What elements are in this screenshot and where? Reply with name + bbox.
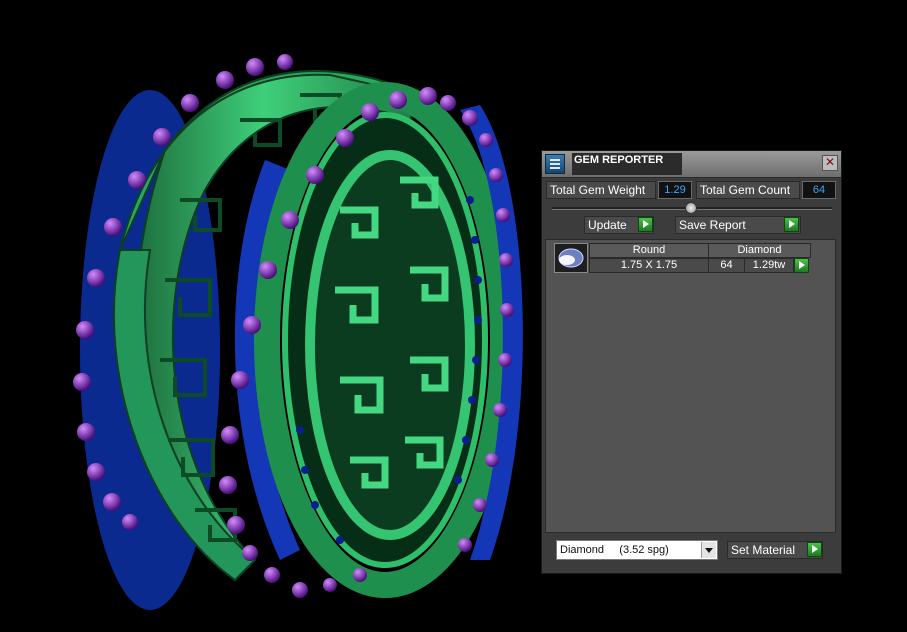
panel-title: GEM REPORTER: [572, 153, 682, 175]
gem-size-cell: 1.75 X 1.75: [589, 258, 709, 273]
chevron-down-icon[interactable]: [701, 542, 716, 558]
gem-list: Round Diamond 1.75 X 1.75 64 1.29tw: [545, 239, 836, 533]
total-gem-weight-value: 1.29: [658, 181, 692, 199]
play-arrow-icon[interactable]: [794, 258, 809, 273]
total-gem-count-value: 64: [802, 181, 836, 199]
total-gem-weight-label: Total Gem Weight: [546, 181, 656, 199]
total-gem-count-label: Total Gem Count: [696, 181, 800, 199]
gem-shape-cell: Round: [589, 243, 709, 258]
close-icon[interactable]: ✕: [822, 155, 838, 171]
gem-weight-cell: 1.29tw: [744, 258, 794, 273]
gem-thumbnail[interactable]: [554, 243, 588, 273]
play-arrow-icon[interactable]: [784, 217, 799, 232]
slider-handle[interactable]: [685, 202, 697, 214]
panel-titlebar[interactable]: GEM REPORTER ✕: [542, 151, 841, 178]
gem-reporter-panel: GEM REPORTER ✕ Total Gem Weight 1.29 Tot…: [541, 150, 842, 574]
save-report-button[interactable]: Save Report: [675, 216, 801, 234]
set-material-button-label: Set Material: [731, 543, 796, 557]
update-button-label: Update: [588, 218, 627, 232]
play-arrow-icon[interactable]: [807, 542, 822, 557]
material-select-value: Diamond (3.52 spg): [560, 544, 669, 556]
gem-material-cell: Diamond: [708, 243, 811, 258]
save-report-button-label: Save Report: [679, 218, 746, 232]
gem-count-cell: 64: [708, 258, 745, 273]
round-gem-icon: [558, 248, 584, 268]
gem-reporter-icon: [545, 154, 565, 174]
play-arrow-icon[interactable]: [638, 217, 653, 232]
material-select[interactable]: Diamond (3.52 spg): [556, 540, 718, 560]
